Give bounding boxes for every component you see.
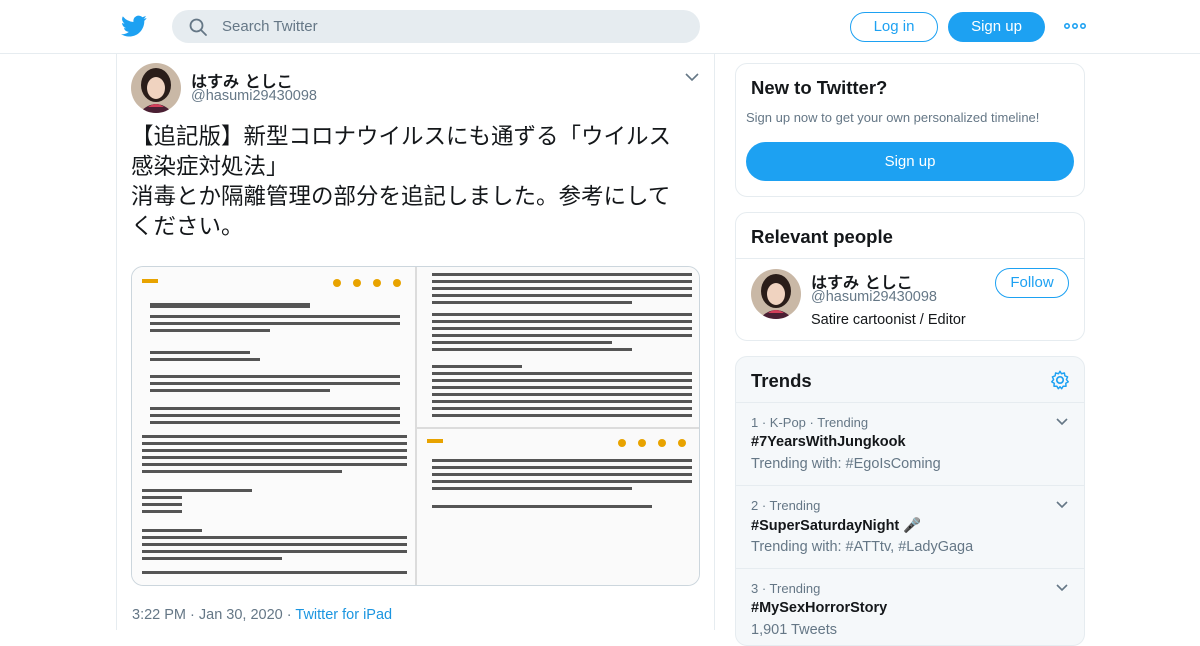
chevron-down-icon[interactable] bbox=[685, 72, 699, 82]
follow-button[interactable]: Follow bbox=[995, 268, 1069, 298]
chevron-down-icon[interactable] bbox=[1056, 418, 1068, 426]
divider bbox=[736, 258, 1084, 259]
tweet-date[interactable]: Jan 30, 2020 bbox=[199, 607, 283, 623]
tweet-time[interactable]: 3:22 PM bbox=[132, 607, 186, 623]
signup-button[interactable]: Sign up bbox=[948, 12, 1045, 42]
new-to-twitter-card: New to Twitter? Sign up now to get your … bbox=[735, 63, 1085, 197]
trend-name[interactable]: #MySexHorrorStory bbox=[751, 600, 887, 616]
avatar[interactable] bbox=[751, 269, 801, 319]
twitter-bird-icon[interactable] bbox=[120, 13, 148, 39]
notes-screenshot-image bbox=[132, 267, 699, 585]
tweet-text-line: 消毒とか隔離管理の部分を追記しました。参考にして bbox=[131, 184, 671, 210]
trend-context: 2 · Trending bbox=[751, 498, 821, 513]
trend-name[interactable]: #SuperSaturdayNight 🎤 bbox=[751, 517, 921, 534]
relevant-people-card: Relevant people はすみ としこ @hasumi29430098 … bbox=[735, 212, 1085, 341]
trend-item[interactable]: 2 · Trending #SuperSaturdayNight 🎤 Trend… bbox=[736, 485, 1084, 568]
trend-subtext: Trending with: #EgoIsComing bbox=[751, 456, 941, 472]
more-options-icon[interactable] bbox=[1064, 20, 1086, 32]
tweet-text-line: 【追記版】新型コロナウイルスにも通ずる「ウイルス bbox=[131, 124, 672, 150]
gear-icon[interactable] bbox=[1049, 369, 1071, 391]
trend-subtext: Trending with: #ATTtv, #LadyGaga bbox=[751, 539, 974, 555]
card-subtitle: Sign up now to get your own personalized… bbox=[746, 110, 1040, 125]
person-handle[interactable]: @hasumi29430098 bbox=[811, 289, 937, 305]
avatar[interactable] bbox=[131, 63, 181, 113]
tweet-text: 【追記版】新型コロナウイルスにも通ずる「ウイルス 感染症対処法」 消毒とか隔離管… bbox=[131, 122, 703, 242]
tweet-timestamp: 3:22 PM · Jan 30, 2020 · Twitter for iPa… bbox=[132, 607, 392, 623]
card-title: Trends bbox=[751, 370, 812, 391]
signup-cta-button[interactable]: Sign up bbox=[746, 142, 1074, 181]
trend-context: 1 · K-Pop · Trending bbox=[751, 415, 869, 430]
tweet-text-line: ください。 bbox=[131, 214, 244, 240]
trend-context: 3 · Trending bbox=[751, 581, 821, 596]
tweet: はすみ としこ @hasumi29430098 【追記版】新型コロナウイルスにも… bbox=[116, 54, 715, 630]
tweet-text-line: 感染症対処法」 bbox=[131, 154, 289, 180]
card-title: New to Twitter? bbox=[751, 77, 888, 98]
user-handle[interactable]: @hasumi29430098 bbox=[191, 88, 317, 104]
trend-item[interactable]: 1 · K-Pop · Trending #7YearsWithJungkook… bbox=[736, 402, 1084, 485]
chevron-down-icon[interactable] bbox=[1056, 584, 1068, 592]
card-title: Relevant people bbox=[751, 226, 893, 247]
trend-subtext: 1,901 Tweets bbox=[751, 622, 837, 638]
attached-image[interactable] bbox=[131, 266, 700, 586]
search-box[interactable] bbox=[172, 10, 700, 43]
chevron-down-icon[interactable] bbox=[1056, 501, 1068, 509]
trends-card: Trends 1 · K-Pop · Trending #7YearsWithJ… bbox=[735, 356, 1085, 646]
trend-item[interactable]: 3 · Trending #MySexHorrorStory 1,901 Twe… bbox=[736, 568, 1084, 645]
top-bar: Log in Sign up bbox=[0, 0, 1200, 54]
separator-dot: · bbox=[190, 607, 199, 623]
tweet-source-link[interactable]: Twitter for iPad bbox=[295, 607, 392, 623]
trend-name[interactable]: #7YearsWithJungkook bbox=[751, 434, 906, 450]
search-input[interactable] bbox=[222, 10, 682, 43]
login-button[interactable]: Log in bbox=[850, 12, 938, 42]
search-icon bbox=[189, 18, 207, 36]
person-bio: Satire cartoonist / Editor bbox=[811, 312, 966, 328]
